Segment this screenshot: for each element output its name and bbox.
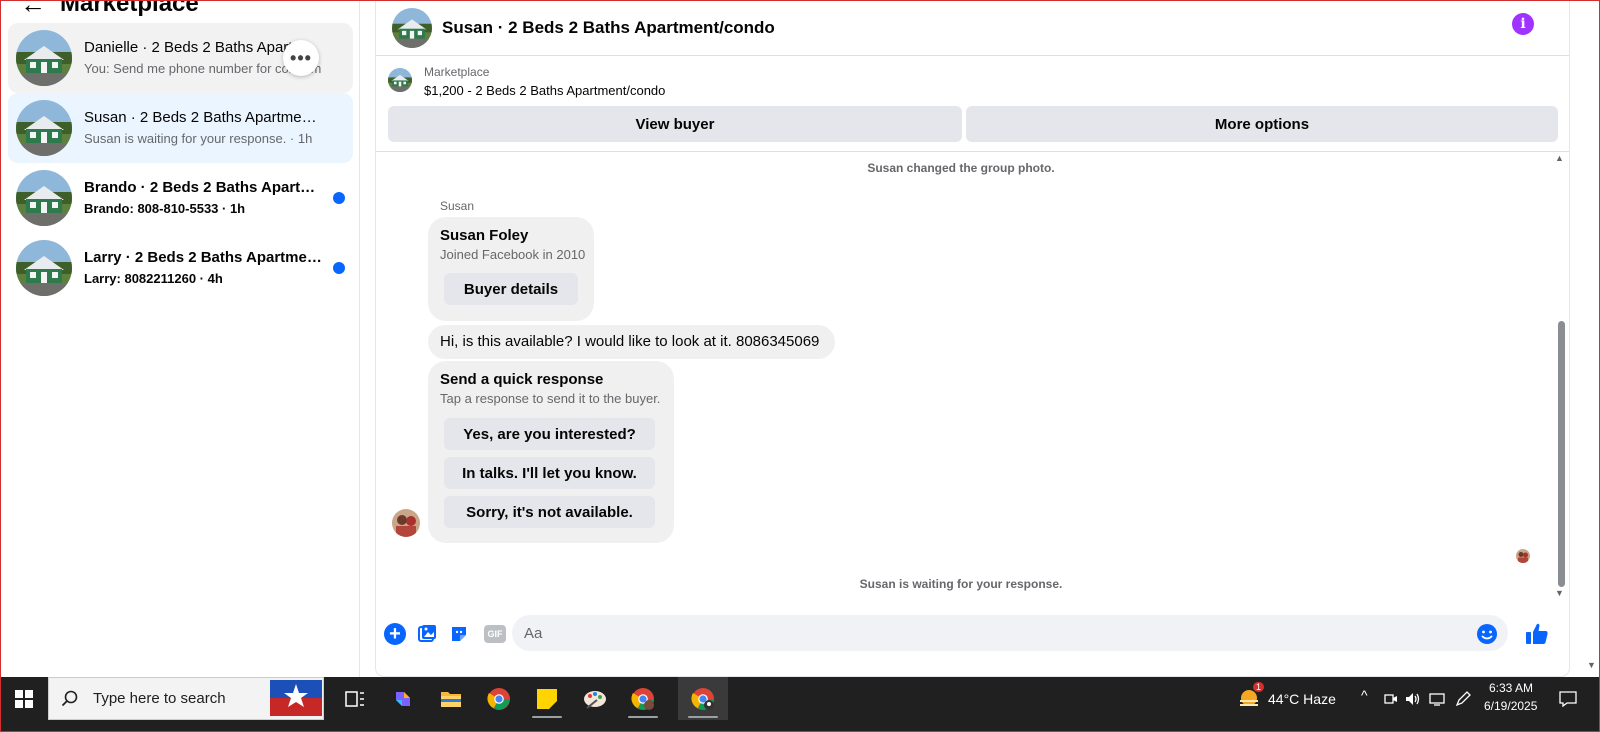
sender-avatar[interactable] — [392, 509, 420, 537]
meet-now-icon[interactable] — [1382, 677, 1400, 720]
app-running-indicator — [628, 716, 658, 718]
sticker-icon[interactable] — [448, 623, 470, 645]
page-scrollbar[interactable]: ▼ — [1584, 0, 1600, 676]
chat-header: Susan · 2 Beds 2 Baths Apartment/condo i — [376, 0, 1569, 56]
more-options-icon[interactable]: ••• — [283, 40, 319, 76]
file-explorer-icon[interactable] — [436, 677, 466, 720]
notification-icon[interactable] — [1556, 677, 1580, 720]
conversation-name: Susan · 2 Beds 2 Baths Apartment/... — [84, 109, 324, 126]
page-scroll-down-icon[interactable]: ▼ — [1587, 660, 1596, 670]
scroll-up-icon[interactable]: ▲ — [1555, 153, 1564, 163]
chat-panel: Susan · 2 Beds 2 Baths Apartment/condo i… — [376, 0, 1569, 676]
back-arrow-icon[interactable]: ← — [20, 0, 46, 17]
conversation-preview: Larry: 8082211260 · 4h — [84, 271, 223, 286]
sidebar-title: Marketplace — [60, 0, 199, 17]
app-running-indicator — [688, 716, 718, 718]
gif-icon[interactable]: GIF — [484, 625, 506, 643]
message-scrollbar[interactable]: ▲ ▼ — [1555, 153, 1567, 608]
unread-dot-icon — [333, 192, 345, 204]
view-buyer-button[interactable]: View buyer — [388, 106, 962, 142]
quick-response-title: Send a quick response — [440, 371, 604, 388]
listing-banner: Marketplace $1,200 - 2 Beds 2 Baths Apar… — [376, 56, 1569, 152]
app-running-indicator — [532, 716, 562, 718]
info-icon[interactable]: i — [1512, 13, 1534, 35]
search-icon — [61, 690, 78, 706]
unread-dot-icon — [333, 262, 345, 274]
chat-title[interactable]: Susan · 2 Beds 2 Baths Apartment/condo — [442, 18, 775, 38]
conversation-name: Larry · 2 Beds 2 Baths Apartment... — [84, 249, 324, 266]
conversation-preview: Susan is waiting for your response. · 1h — [84, 131, 313, 146]
clock-time[interactable]: 6:33 AM — [1489, 681, 1533, 695]
chrome-profile-icon[interactable] — [628, 677, 658, 720]
sender-name: Susan — [440, 199, 475, 213]
quick-response-subtitle: Tap a response to send it to the buyer. — [440, 391, 661, 406]
paint-icon[interactable] — [580, 677, 610, 720]
conversation-larry[interactable]: Larry · 2 Beds 2 Baths Apartment... Larr… — [8, 233, 353, 303]
quick-reply-yes-button[interactable]: Yes, are you interested? — [444, 418, 655, 450]
weather-badge: 1 — [1253, 682, 1265, 692]
clock-date[interactable]: 6/19/2025 — [1484, 699, 1537, 713]
search-placeholder: Type here to search — [93, 690, 226, 707]
waiting-status: Susan is waiting for your response. — [859, 577, 1063, 591]
weather-text[interactable]: 44°C Haze — [1268, 691, 1336, 707]
listing-thumbnail — [16, 30, 72, 86]
sidebar: ← Marketplace Danielle · 2 Beds 2 Baths … — [0, 0, 360, 693]
buyer-card: Susan Foley Joined Facebook in 2010 Buye… — [428, 217, 594, 321]
pen-icon[interactable] — [1454, 677, 1472, 720]
sticky-notes-icon[interactable] — [532, 677, 562, 720]
emoji-icon[interactable] — [1476, 623, 1498, 645]
message-bubble: Hi, is this available? I would like to l… — [428, 325, 835, 359]
quick-reply-talks-button[interactable]: In talks. I'll let you know. — [444, 457, 655, 489]
plus-icon[interactable]: + — [384, 623, 406, 645]
listing-thumbnail — [388, 68, 412, 92]
quick-response-card: Send a quick response Tap a response to … — [428, 361, 674, 543]
listing-thumbnail — [16, 100, 72, 156]
search-highlight-icon[interactable] — [270, 680, 322, 716]
read-receipt-avatar — [1516, 549, 1530, 563]
message-list: Susan changed the group photo. Susan Sus… — [376, 153, 1546, 608]
sidebar-header: ← Marketplace — [20, 0, 199, 18]
listing-source: Marketplace — [424, 65, 490, 79]
quick-reply-sorry-button[interactable]: Sorry, it's not available. — [444, 496, 655, 528]
scrollbar-thumb[interactable] — [1558, 321, 1565, 587]
photo-icon[interactable] — [416, 623, 438, 645]
windows-taskbar: Type here to search 1 44°C Haze ^ 6:33 A… — [0, 677, 1600, 732]
thumbs-up-icon[interactable] — [1524, 621, 1550, 647]
message-input[interactable] — [512, 615, 1508, 651]
system-message: Susan changed the group photo. — [867, 161, 1055, 175]
speaker-icon[interactable] — [1404, 677, 1422, 720]
buyer-joined: Joined Facebook in 2010 — [440, 247, 586, 262]
task-view-icon[interactable] — [340, 677, 370, 720]
copilot-icon[interactable] — [388, 677, 418, 720]
buyer-details-button[interactable]: Buyer details — [444, 273, 578, 305]
chat-avatar[interactable] — [392, 8, 432, 48]
chevron-up-icon[interactable]: ^ — [1361, 687, 1368, 703]
listing-thumbnail — [16, 170, 72, 226]
more-options-button[interactable]: More options — [966, 106, 1558, 142]
scroll-down-icon[interactable]: ▼ — [1555, 588, 1564, 598]
chrome-icon[interactable] — [484, 677, 514, 720]
conversation-brando[interactable]: Brando · 2 Beds 2 Baths Apartme... Brand… — [8, 163, 353, 233]
listing-thumbnail — [16, 240, 72, 296]
conversation-danielle[interactable]: Danielle · 2 Beds 2 Baths Apart... You: … — [8, 23, 353, 93]
chrome-active-icon[interactable] — [688, 677, 718, 720]
buyer-name: Susan Foley — [440, 227, 529, 244]
conversation-name: Brando · 2 Beds 2 Baths Apartme... — [84, 179, 324, 196]
listing-price[interactable]: $1,200 - 2 Beds 2 Baths Apartment/condo — [424, 83, 665, 98]
conversation-preview: Brando: 808-810-5533 · 1h — [84, 201, 246, 216]
composer: + GIF — [376, 614, 1569, 664]
windows-start-icon[interactable] — [12, 677, 36, 720]
network-icon[interactable] — [1428, 677, 1446, 720]
conversation-susan[interactable]: Susan · 2 Beds 2 Baths Apartment/... Sus… — [8, 93, 353, 163]
